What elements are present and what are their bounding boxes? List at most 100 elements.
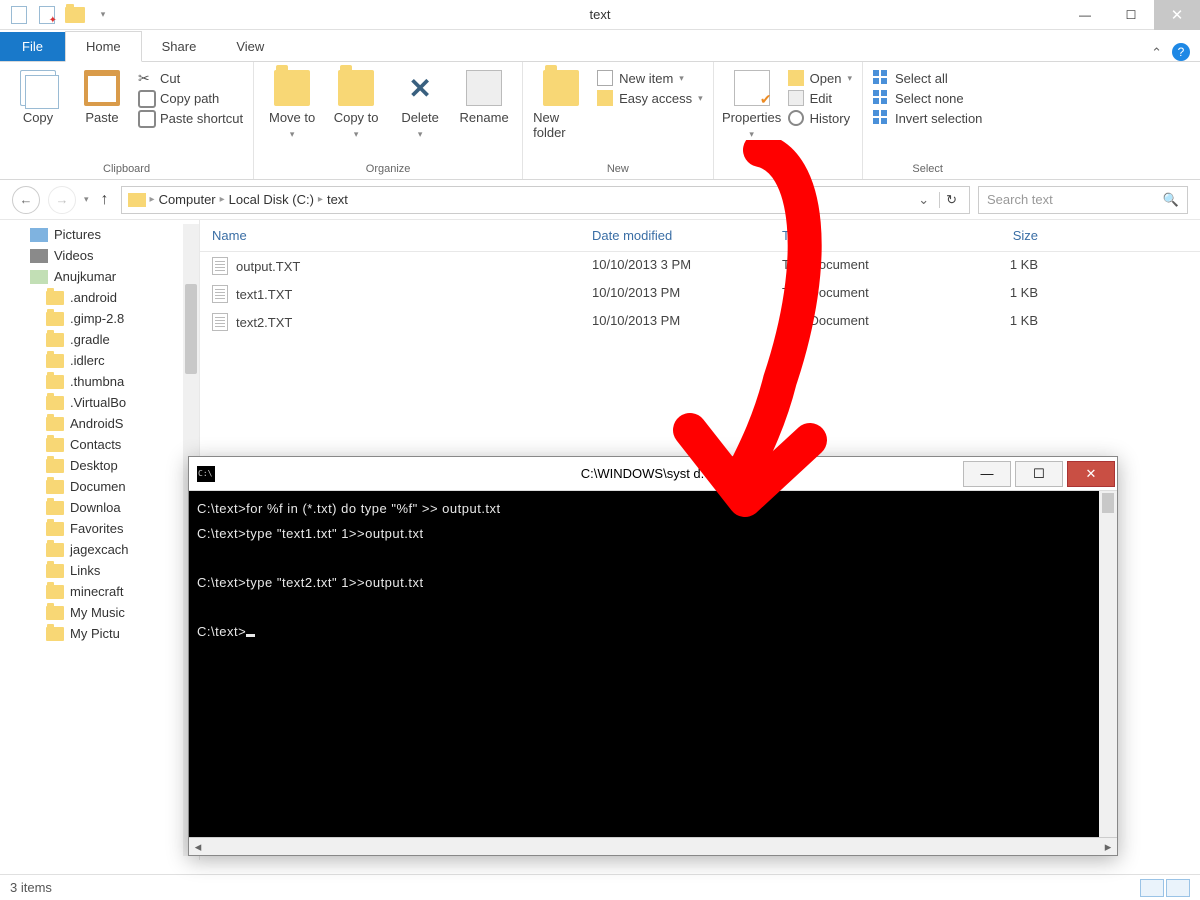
cmd-vscrollbar[interactable] bbox=[1099, 491, 1117, 837]
newfolder-button[interactable]: New folder bbox=[533, 66, 589, 140]
window-title: text bbox=[590, 7, 611, 22]
tree-item[interactable]: Videos bbox=[0, 245, 199, 266]
tree-item[interactable]: My Music bbox=[0, 602, 199, 623]
help-button[interactable]: ? bbox=[1172, 43, 1190, 61]
cmd-output[interactable]: C:\text>for %f in (*.txt) do type "%f" >… bbox=[189, 491, 1117, 837]
qat-newfolder-icon[interactable]: ✦ bbox=[36, 4, 58, 26]
folder-icon bbox=[46, 291, 64, 305]
history-icon bbox=[788, 110, 804, 126]
selectnone-button[interactable]: Select none bbox=[873, 90, 982, 106]
tree-item[interactable]: .gimp-2.8 bbox=[0, 308, 199, 329]
tree-item[interactable]: Downloa bbox=[0, 497, 199, 518]
minimize-ribbon-icon[interactable]: ⌃ bbox=[1141, 45, 1172, 61]
file-date: 10/10/2013 PM bbox=[580, 308, 770, 336]
tree-item[interactable]: .idlerc bbox=[0, 350, 199, 371]
tree-item[interactable]: AndroidS bbox=[0, 413, 199, 434]
tree-item[interactable]: My Pictu bbox=[0, 623, 199, 644]
address-dropdown-icon[interactable]: ⌄ bbox=[912, 192, 935, 208]
tree-item[interactable]: Pictures bbox=[0, 224, 199, 245]
open-label: Open bbox=[810, 71, 842, 86]
tree-item[interactable]: Documen bbox=[0, 476, 199, 497]
search-input[interactable]: Search text 🔍 bbox=[978, 186, 1188, 214]
address-bar[interactable]: ▸ Computer ▸ Local Disk (C:) ▸ text ⌄ ↻ bbox=[121, 186, 970, 214]
breadcrumb-computer[interactable]: Computer bbox=[159, 192, 216, 207]
folder-icon bbox=[128, 193, 146, 207]
cmd-close-button[interactable]: ✕ bbox=[1067, 461, 1115, 487]
selectall-button[interactable]: Select all bbox=[873, 70, 982, 86]
newitem-icon bbox=[597, 70, 613, 86]
tab-file[interactable]: File bbox=[0, 32, 65, 61]
cmd-hscrollbar[interactable]: ◂▸ bbox=[189, 837, 1117, 855]
tree-item[interactable]: .gradle bbox=[0, 329, 199, 350]
tree-item-label: Favorites bbox=[70, 521, 123, 536]
view-icons-button[interactable] bbox=[1166, 879, 1190, 897]
recent-dropdown-icon[interactable]: ▾ bbox=[84, 194, 89, 205]
col-name[interactable]: Name bbox=[200, 220, 580, 251]
group-label: Organize bbox=[366, 161, 411, 179]
col-size[interactable]: Size bbox=[930, 220, 1050, 251]
up-button[interactable]: ↑ bbox=[97, 191, 113, 209]
cmd-minimize-button[interactable]: — bbox=[963, 461, 1011, 487]
back-button[interactable]: ← bbox=[12, 186, 40, 214]
open-button[interactable]: Open▾ bbox=[788, 70, 852, 86]
copy-label: Copy bbox=[23, 110, 53, 125]
file-row[interactable]: text2.TXT10/10/2013 PMText Document1 KB bbox=[200, 308, 1200, 336]
col-date[interactable]: Date modified bbox=[580, 220, 770, 251]
tree-item[interactable]: jagexcach bbox=[0, 539, 199, 560]
tree-item[interactable]: Contacts bbox=[0, 434, 199, 455]
qat-dropdown-icon[interactable]: ▾ bbox=[92, 4, 114, 26]
tree-item[interactable]: Anujkumar bbox=[0, 266, 199, 287]
tree-item-label: .thumbna bbox=[70, 374, 124, 389]
tree-item[interactable]: minecraft bbox=[0, 581, 199, 602]
delete-button[interactable]: ✕Delete▾ bbox=[392, 66, 448, 140]
tree-item[interactable]: Favorites bbox=[0, 518, 199, 539]
view-details-button[interactable] bbox=[1140, 879, 1164, 897]
cmd-maximize-button[interactable]: ☐ bbox=[1015, 461, 1063, 487]
copypath-button[interactable]: Copy path bbox=[138, 90, 243, 106]
refresh-button[interactable]: ↻ bbox=[939, 192, 963, 208]
file-row[interactable]: text1.TXT10/10/2013 PMText Document1 KB bbox=[200, 280, 1200, 308]
copyto-button[interactable]: Copy to▾ bbox=[328, 66, 384, 140]
history-button[interactable]: History bbox=[788, 110, 852, 126]
cmd-line: C:\text> bbox=[197, 620, 1109, 645]
tab-share[interactable]: Share bbox=[142, 32, 217, 61]
minimize-button[interactable]: — bbox=[1062, 0, 1108, 30]
moveto-button[interactable]: Move to▾ bbox=[264, 66, 320, 140]
edit-icon bbox=[788, 90, 804, 106]
tree-item-label: Anujkumar bbox=[54, 269, 116, 284]
properties-button[interactable]: Properties▾ bbox=[724, 66, 780, 140]
maximize-button[interactable]: ☐ bbox=[1108, 0, 1154, 30]
cut-button[interactable]: Cut bbox=[138, 70, 243, 86]
folder-icon bbox=[46, 459, 64, 473]
paste-button[interactable]: Paste bbox=[74, 66, 130, 125]
tab-home[interactable]: Home bbox=[65, 31, 142, 62]
breadcrumb-drive[interactable]: Local Disk (C:) bbox=[229, 192, 314, 207]
file-row[interactable]: output.TXT10/10/2013 3 PMText Document1 … bbox=[200, 252, 1200, 280]
paste-shortcut-button[interactable]: Paste shortcut bbox=[138, 110, 243, 126]
file-type: Text Document bbox=[770, 252, 930, 280]
col-type[interactable]: Type bbox=[770, 220, 930, 251]
invert-icon bbox=[873, 110, 889, 126]
easyaccess-button[interactable]: Easy access▾ bbox=[597, 90, 703, 106]
tree-item[interactable]: Links bbox=[0, 560, 199, 581]
cmd-window[interactable]: C:\WINDOWS\syst d.exe — ☐ ✕ C:\text>for … bbox=[188, 456, 1118, 856]
tree-item[interactable]: Desktop bbox=[0, 455, 199, 476]
edit-button[interactable]: Edit bbox=[788, 90, 852, 106]
column-headers[interactable]: Name Date modified Type Size bbox=[200, 220, 1200, 252]
rename-button[interactable]: Rename bbox=[456, 66, 512, 125]
tree-item[interactable]: .android bbox=[0, 287, 199, 308]
tree-item[interactable]: .VirtualBo bbox=[0, 392, 199, 413]
close-button[interactable]: ✕ bbox=[1154, 0, 1200, 30]
nav-tree[interactable]: PicturesVideos Anujkumar .android.gimp-2.8… bbox=[0, 220, 200, 860]
invert-button[interactable]: Invert selection bbox=[873, 110, 982, 126]
breadcrumb-folder[interactable]: text bbox=[327, 192, 348, 207]
copy-button[interactable]: Copy bbox=[10, 66, 66, 125]
qat-folder-icon[interactable] bbox=[64, 4, 86, 26]
cmd-titlebar[interactable]: C:\WINDOWS\syst d.exe — ☐ ✕ bbox=[189, 457, 1117, 491]
newitem-button[interactable]: New item▾ bbox=[597, 70, 703, 86]
qat-properties-icon[interactable] bbox=[8, 4, 30, 26]
forward-button[interactable]: → bbox=[48, 186, 76, 214]
tab-view[interactable]: View bbox=[216, 32, 284, 61]
newfolder-label: New folder bbox=[533, 110, 589, 140]
tree-item[interactable]: .thumbna bbox=[0, 371, 199, 392]
